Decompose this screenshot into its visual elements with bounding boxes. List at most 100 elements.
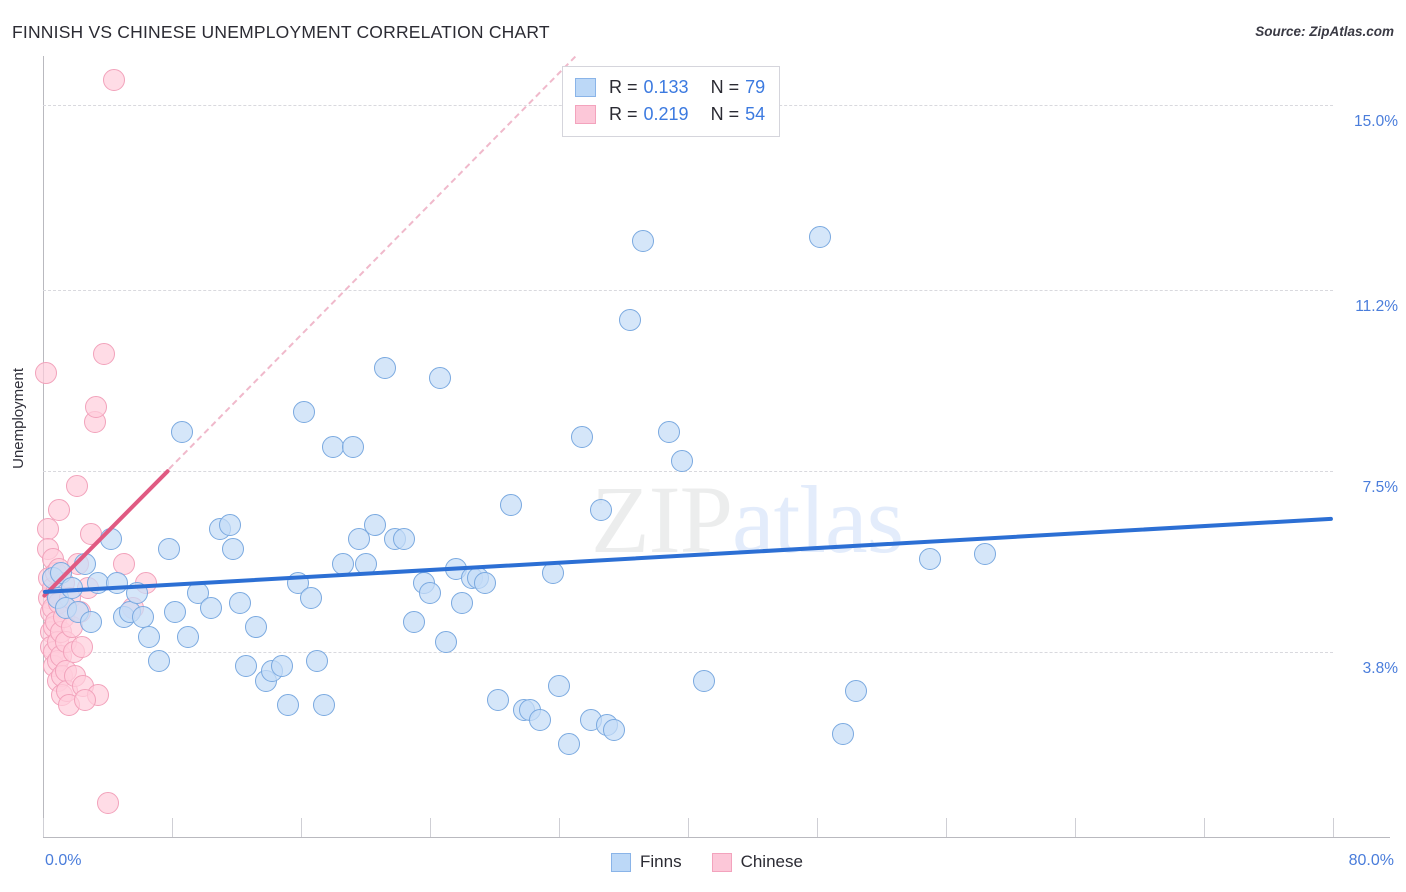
- data-point[interactable]: [228, 591, 251, 614]
- watermark-atlas: atlas: [732, 466, 904, 573]
- stats-swatch-finns: [575, 78, 596, 97]
- data-point[interactable]: [35, 362, 58, 385]
- stats-n-value-finns: 79: [745, 77, 766, 97]
- data-point[interactable]: [244, 616, 267, 639]
- y-axis-title: Unemployment: [10, 368, 27, 469]
- chart-root: FINNISH VS CHINESE UNEMPLOYMENT CORRELAT…: [0, 0, 1406, 892]
- gridline: [43, 470, 1333, 472]
- series-legend: Finns Chinese: [611, 852, 823, 872]
- legend-item-finns[interactable]: Finns: [611, 852, 682, 872]
- data-point[interactable]: [473, 572, 496, 595]
- x-axis-tick: [430, 818, 431, 837]
- data-point[interactable]: [219, 513, 242, 536]
- data-point[interactable]: [657, 420, 680, 443]
- x-axis-tick: [1204, 818, 1205, 837]
- data-point[interactable]: [373, 357, 396, 380]
- chinese-trendline-extension: [168, 56, 576, 471]
- x-axis-min-label: 0.0%: [45, 852, 82, 869]
- y-axis-tick-label: 3.8%: [1362, 659, 1398, 677]
- data-point[interactable]: [918, 547, 941, 570]
- data-point[interactable]: [341, 435, 364, 458]
- data-point[interactable]: [631, 230, 654, 253]
- legend-swatch-chinese: [711, 852, 732, 872]
- data-point[interactable]: [148, 650, 171, 673]
- data-point[interactable]: [312, 694, 335, 717]
- data-point[interactable]: [48, 498, 71, 521]
- data-point[interactable]: [589, 498, 612, 521]
- legend-item-chinese[interactable]: Chinese: [711, 852, 803, 872]
- x-axis-tick: [559, 818, 560, 837]
- data-point[interactable]: [164, 601, 187, 624]
- x-axis-tick: [946, 818, 947, 837]
- page-title: FINNISH VS CHINESE UNEMPLOYMENT CORRELAT…: [12, 22, 550, 42]
- data-point[interactable]: [293, 401, 316, 424]
- data-point[interactable]: [199, 596, 222, 619]
- legend-swatch-finns: [611, 852, 631, 872]
- stats-r-label-chinese: R =: [609, 104, 638, 124]
- data-point[interactable]: [831, 723, 854, 746]
- y-axis-tick-label: 15.0%: [1354, 112, 1398, 130]
- data-point[interactable]: [299, 586, 322, 609]
- data-point[interactable]: [93, 342, 116, 365]
- x-axis-tick: [301, 818, 302, 837]
- data-point[interactable]: [106, 572, 129, 595]
- data-point[interactable]: [809, 225, 832, 248]
- data-point[interactable]: [270, 655, 293, 678]
- stats-row-finns: R = 0.133 N = 79: [575, 74, 765, 101]
- data-point[interactable]: [170, 420, 193, 443]
- plot-area: ZIPatlas: [35, 56, 1334, 837]
- data-point[interactable]: [222, 538, 245, 560]
- data-point[interactable]: [693, 669, 716, 692]
- data-point[interactable]: [138, 625, 161, 648]
- source-attribution: Source: ZipAtlas.com: [1255, 24, 1394, 39]
- stats-n-label-finns: N =: [710, 77, 740, 97]
- data-point[interactable]: [65, 474, 88, 497]
- stats-r-value-chinese: 0.219: [643, 104, 689, 124]
- data-point[interactable]: [528, 708, 551, 731]
- data-point[interactable]: [541, 562, 564, 585]
- data-point[interactable]: [428, 367, 451, 390]
- data-point[interactable]: [451, 591, 474, 614]
- data-point[interactable]: [96, 791, 119, 814]
- data-point[interactable]: [157, 538, 180, 560]
- data-point[interactable]: [177, 625, 200, 648]
- stats-row-chinese: R = 0.219 N = 54: [575, 101, 765, 128]
- legend-label-chinese: Chinese: [740, 852, 803, 871]
- data-point[interactable]: [131, 606, 154, 629]
- stats-swatch-chinese: [575, 105, 596, 124]
- gridline: [43, 290, 1333, 292]
- x-axis-tick: [688, 818, 689, 837]
- data-point[interactable]: [73, 689, 96, 712]
- data-point[interactable]: [602, 718, 625, 741]
- legend-label-finns: Finns: [640, 852, 682, 871]
- data-point[interactable]: [419, 581, 441, 604]
- data-point[interactable]: [499, 494, 522, 517]
- x-axis-max-label: 80.0%: [1348, 852, 1394, 869]
- data-point[interactable]: [548, 674, 570, 697]
- y-axis-tick-label: 11.2%: [1355, 298, 1398, 316]
- x-axis-tick: [1333, 818, 1334, 837]
- stats-n-label-chinese: N =: [710, 104, 740, 124]
- data-point[interactable]: [102, 69, 125, 92]
- data-point[interactable]: [570, 425, 593, 448]
- data-point[interactable]: [331, 552, 354, 575]
- data-point[interactable]: [393, 528, 416, 551]
- data-point[interactable]: [618, 308, 641, 331]
- data-point[interactable]: [435, 630, 458, 653]
- gridline: [43, 651, 1333, 653]
- data-point[interactable]: [70, 635, 93, 658]
- data-point[interactable]: [235, 655, 258, 678]
- data-point[interactable]: [402, 611, 425, 634]
- data-point[interactable]: [844, 679, 867, 702]
- data-point[interactable]: [486, 689, 509, 712]
- data-point[interactable]: [322, 435, 345, 458]
- data-point[interactable]: [277, 694, 300, 717]
- data-point[interactable]: [973, 542, 996, 565]
- data-point[interactable]: [364, 513, 387, 536]
- y-axis-tick-label: 7.5%: [1362, 478, 1398, 496]
- data-point[interactable]: [80, 611, 103, 634]
- stats-r-value-finns: 0.133: [643, 77, 689, 97]
- data-point[interactable]: [557, 733, 580, 756]
- data-point[interactable]: [670, 450, 693, 473]
- data-point[interactable]: [306, 650, 329, 673]
